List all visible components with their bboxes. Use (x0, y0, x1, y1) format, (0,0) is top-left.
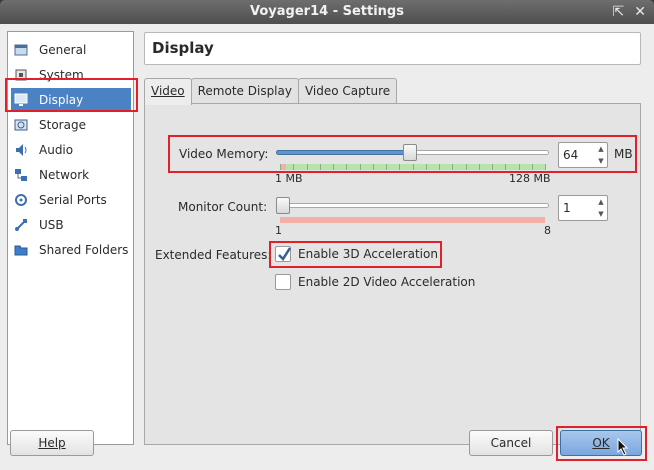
sidebar-item-audio[interactable]: Audio (11, 138, 131, 162)
sidebar-item-general[interactable]: General (11, 38, 131, 62)
restore-icon[interactable]: ⇱ (613, 5, 625, 19)
enable-2d-video-acceleration-label: Enable 2D Video Acceleration (298, 275, 476, 289)
tab-bar: Video Remote Display Video Capture (144, 78, 398, 105)
cancel-button-label: Cancel (490, 436, 532, 450)
network-icon (14, 168, 28, 182)
extended-features-label: Extended Features: (155, 248, 272, 262)
shared-folders-icon (14, 243, 28, 257)
close-icon[interactable]: ✕ (634, 5, 646, 19)
sidebar-item-label: USB (39, 218, 64, 232)
help-button-label: Help (38, 436, 66, 450)
slider-handle[interactable] (276, 197, 290, 214)
checkbox-box[interactable] (275, 274, 291, 290)
spin-down-icon[interactable]: ▼ (595, 208, 607, 220)
video-memory-max: 128 MB (509, 172, 551, 185)
help-button[interactable]: Help (10, 430, 94, 456)
scale-range (280, 217, 545, 223)
sidebar-item-label: Serial Ports (39, 193, 107, 207)
tab-video[interactable]: Video (144, 78, 192, 105)
ok-highlight (556, 426, 647, 461)
usb-icon (14, 218, 28, 232)
monitor-count-min: 1 (275, 224, 282, 237)
sidebar-item-serial-ports[interactable]: Serial Ports (11, 188, 131, 212)
general-icon (14, 43, 28, 57)
settings-window: General System Display Storage Audio Net… (0, 24, 654, 470)
sidebar-item-label: Network (39, 168, 90, 182)
sidebar-item-storage[interactable]: Storage (11, 113, 131, 137)
video-tab-pane: Video Memory: 1 MB 128 MB 64 ▲ ▼ MB Monit… (144, 103, 641, 445)
window-title: Voyager14 - Settings (250, 4, 404, 19)
monitor-count-slider[interactable] (276, 195, 549, 219)
page-title: Display (144, 32, 641, 65)
tab-label: Video Capture (304, 84, 391, 98)
video-memory-highlight (168, 135, 637, 173)
monitor-count-max: 8 (544, 224, 551, 237)
monitor-count-label: Monitor Count: (178, 200, 268, 214)
sidebar-item-shared-folders[interactable]: Shared Folders (11, 238, 131, 262)
enable-2d-video-acceleration-checkbox[interactable]: Enable 2D Video Acceleration (275, 274, 475, 290)
tab-video-capture[interactable]: Video Capture (297, 78, 398, 104)
sidebar-item-network[interactable]: Network (11, 163, 131, 187)
spin-up-icon[interactable]: ▲ (595, 196, 607, 208)
monitor-count-spinbox[interactable]: 1 ▲ ▼ (558, 195, 608, 221)
cancel-button[interactable]: Cancel (469, 430, 553, 456)
serial-ports-icon (14, 193, 28, 207)
tab-label: Video (151, 84, 185, 98)
monitor-count-scale (280, 217, 545, 223)
sidebar-item-label: Shared Folders (39, 243, 129, 257)
sidebar-item-label: Audio (39, 143, 74, 157)
slider-track (276, 203, 549, 208)
storage-icon (14, 118, 28, 132)
monitor-count-value: 1 (563, 201, 571, 215)
mouse-cursor-icon (617, 438, 629, 456)
title-bar: Voyager14 - Settings ⇱ ✕ (0, 0, 654, 24)
sidebar-item-label: General (39, 43, 87, 57)
sidebar-item-usb[interactable]: USB (11, 213, 131, 237)
audio-icon (14, 143, 28, 157)
enable-3d-highlight (269, 241, 442, 268)
display-highlight (5, 78, 138, 112)
tab-remote-display[interactable]: Remote Display (190, 78, 299, 104)
sidebar-item-label: Storage (39, 118, 86, 132)
tab-label: Remote Display (197, 84, 292, 98)
video-memory-min: 1 MB (275, 172, 303, 185)
